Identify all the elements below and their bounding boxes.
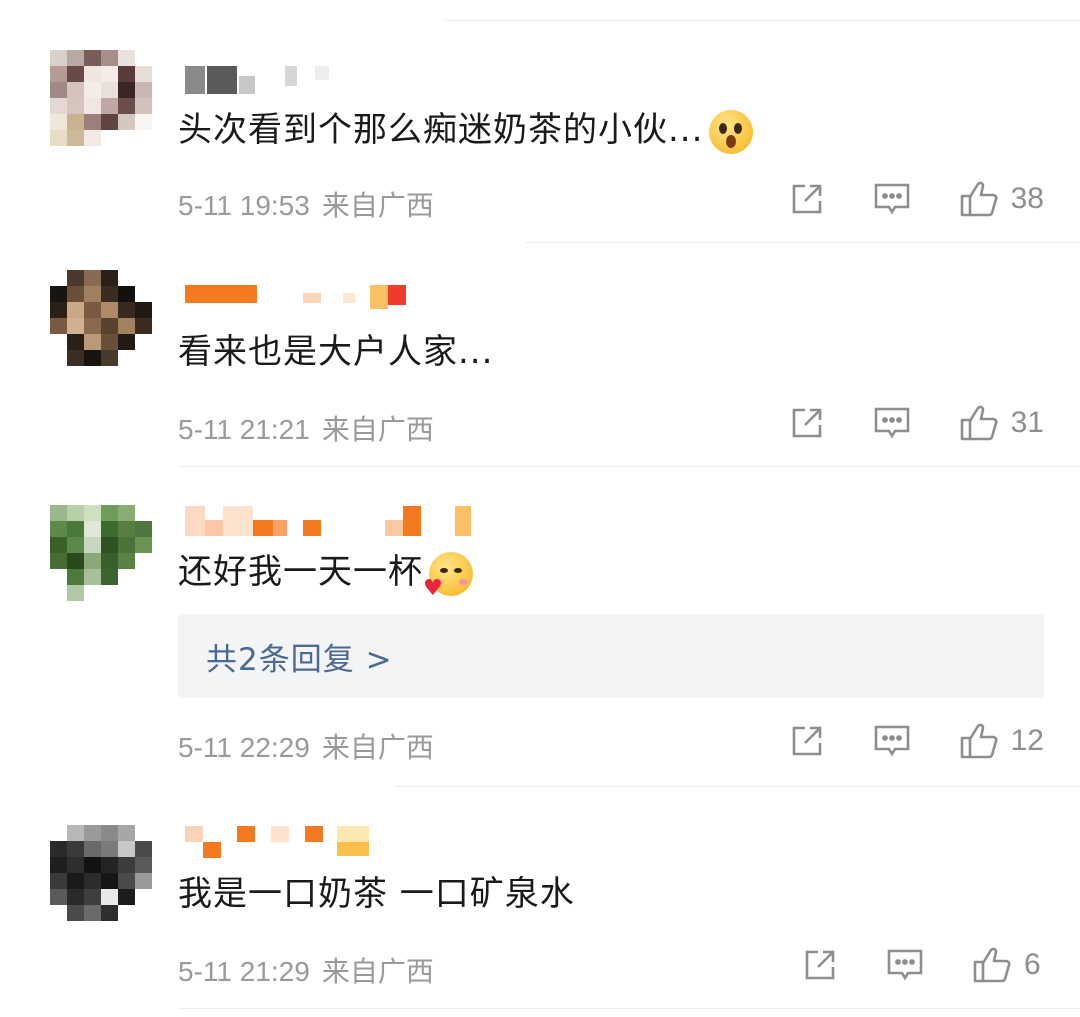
like-button[interactable]: 6 <box>972 946 1044 984</box>
comment-time: 5-11 19:53 <box>178 190 310 221</box>
divider <box>525 242 1080 243</box>
share-button[interactable] <box>802 947 838 983</box>
comment-meta: 5-11 22:29 来自广西 <box>178 726 434 766</box>
like-count: 38 <box>1010 182 1044 215</box>
comment-text: 看来也是大户人家... <box>178 330 493 374</box>
share-icon <box>792 184 821 214</box>
comment-meta: 5-11 21:29 来自广西 <box>178 950 434 990</box>
comment-location: 来自广西 <box>321 956 434 987</box>
comment-icon <box>887 949 923 981</box>
comment-text-content: 我是一口奶茶 一口矿泉水 <box>178 874 575 914</box>
thumbs-up-icon <box>973 947 1011 983</box>
view-replies-link[interactable]: 共2条回复 > <box>178 614 1044 698</box>
reply-button[interactable] <box>873 405 911 441</box>
comment-text-content: 看来也是大户人家... <box>178 332 494 372</box>
shocked-face-emoji-icon <box>709 109 754 154</box>
comment-location: 来自广西 <box>321 732 434 763</box>
comment-icon <box>874 183 909 215</box>
comment-meta: 5-11 21:21 来自广西 <box>178 408 434 448</box>
like-button[interactable]: 38 <box>959 180 1044 218</box>
like-button[interactable]: 31 <box>959 404 1044 442</box>
share-button[interactable] <box>789 181 825 217</box>
reply-button[interactable] <box>873 723 911 759</box>
comment-text: 还好我一天一杯 ♥ <box>178 550 473 599</box>
comment-meta: 5-11 19:53 来自广西 <box>178 184 434 224</box>
comment-location: 来自广西 <box>321 414 434 445</box>
comment-text-content: 头次看到个那么痴迷奶茶的小伙... <box>178 110 704 150</box>
share-button[interactable] <box>789 405 825 441</box>
divider <box>178 466 1080 467</box>
love-face-emoji-icon: ♥ <box>423 551 473 599</box>
avatar[interactable] <box>50 50 152 162</box>
share-icon <box>792 726 821 756</box>
replies-count-label: 共2条回复 > <box>206 642 393 678</box>
comment-location: 来自广西 <box>321 190 434 221</box>
thumbs-up-icon <box>960 405 998 441</box>
comment-actions: 12 <box>789 722 1044 760</box>
thumbs-up-icon <box>960 723 998 759</box>
share-icon <box>805 950 835 980</box>
comment-text-content: 还好我一天一杯 <box>178 552 423 592</box>
comment-icon <box>874 407 909 439</box>
share-icon <box>792 408 821 438</box>
comment-actions: 6 <box>802 946 1044 984</box>
divider <box>445 20 1080 21</box>
comment-time: 5-11 21:21 <box>178 414 310 445</box>
comment-time: 5-11 21:29 <box>178 956 310 987</box>
comment-actions: 31 <box>789 404 1044 442</box>
avatar[interactable] <box>50 505 152 617</box>
comment-time: 5-11 22:29 <box>178 732 310 763</box>
reply-button[interactable] <box>873 181 911 217</box>
comment-text: 头次看到个那么痴迷奶茶的小伙... <box>178 108 754 154</box>
comment-icon <box>874 725 909 757</box>
like-count: 6 <box>1024 948 1041 981</box>
like-button[interactable]: 12 <box>959 722 1044 760</box>
like-count: 31 <box>1010 406 1044 439</box>
like-count: 12 <box>1010 724 1044 757</box>
divider <box>178 1008 1080 1009</box>
comment-text: 我是一口奶茶 一口矿泉水 <box>178 872 575 916</box>
share-button[interactable] <box>789 723 825 759</box>
comment-actions: 38 <box>789 180 1044 218</box>
divider <box>395 786 1080 787</box>
thumbs-up-icon <box>960 181 998 217</box>
avatar[interactable] <box>50 825 152 937</box>
reply-button[interactable] <box>886 947 924 983</box>
avatar[interactable] <box>50 270 152 382</box>
